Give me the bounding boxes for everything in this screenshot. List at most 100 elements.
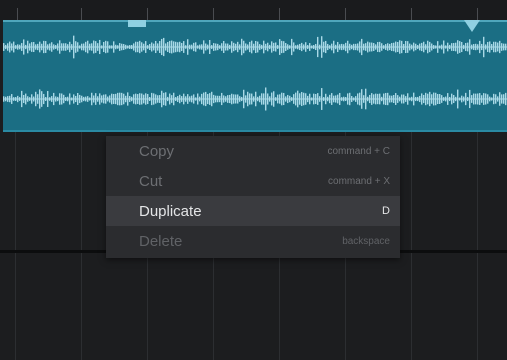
waveform-sample xyxy=(149,97,151,101)
waveform-sample xyxy=(491,97,493,101)
waveform-sample xyxy=(357,93,359,105)
waveform-sample xyxy=(429,91,431,107)
waveform-sample xyxy=(375,93,377,105)
waveform-sample xyxy=(375,44,377,50)
waveform-sample xyxy=(363,95,365,103)
waveform-sample xyxy=(19,97,21,101)
waveform-sample xyxy=(139,93,141,105)
waveform-sample xyxy=(381,96,383,102)
waveform-sample xyxy=(337,41,339,53)
waveform-sample xyxy=(493,41,495,53)
waveform-sample xyxy=(213,43,215,51)
waveform-sample xyxy=(87,40,89,54)
waveform-sample xyxy=(421,93,423,105)
waveform-sample xyxy=(295,92,297,106)
waveform-sample xyxy=(165,43,167,51)
waveform-sample xyxy=(425,92,427,106)
waveform-sample xyxy=(43,40,45,54)
waveform-sample xyxy=(383,45,385,49)
waveform-sample xyxy=(135,93,137,105)
waveform-sample xyxy=(403,94,405,104)
waveform-sample xyxy=(407,93,409,105)
waveform-sample xyxy=(173,41,175,53)
waveform-sample xyxy=(279,39,281,55)
waveform-sample xyxy=(477,44,479,50)
waveform-sample xyxy=(289,45,291,49)
waveform-sample xyxy=(359,92,361,106)
ruler-tick xyxy=(81,8,82,20)
waveform-sample xyxy=(427,40,429,54)
waveform-sample xyxy=(101,95,103,103)
menu-item-shortcut: command + C xyxy=(327,145,390,157)
waveform-sample xyxy=(229,44,231,50)
waveform-sample xyxy=(271,92,273,106)
waveform-sample xyxy=(197,45,199,49)
clip-end-handle[interactable] xyxy=(464,20,480,32)
waveform-sample xyxy=(45,41,47,53)
waveform-sample xyxy=(369,42,371,52)
waveform-sample xyxy=(457,40,459,54)
waveform-sample xyxy=(423,94,425,104)
waveform-sample xyxy=(245,95,247,103)
waveform-sample xyxy=(43,93,45,105)
waveform-sample xyxy=(435,45,437,49)
waveform-sample xyxy=(17,95,19,103)
waveform-sample xyxy=(95,93,97,105)
waveform xyxy=(3,35,507,111)
waveform-sample xyxy=(347,40,349,54)
grid-line xyxy=(477,132,478,360)
waveform-sample xyxy=(67,96,69,102)
waveform-sample xyxy=(203,40,205,54)
waveform-sample xyxy=(427,93,429,105)
waveform-sample xyxy=(121,92,123,106)
waveform-sample xyxy=(297,90,299,108)
clip-start-handle[interactable] xyxy=(128,20,146,27)
waveform-sample xyxy=(439,94,441,104)
waveform-sample xyxy=(31,42,33,52)
waveform-sample xyxy=(465,92,467,106)
waveform-sample xyxy=(439,45,441,49)
waveform-sample xyxy=(37,43,39,51)
waveform-sample xyxy=(349,92,351,106)
waveform-sample xyxy=(133,94,135,104)
waveform-sample xyxy=(301,42,303,52)
waveform-sample xyxy=(341,43,343,51)
waveform-sample xyxy=(77,42,79,52)
waveform-sample xyxy=(29,43,31,51)
waveform-sample xyxy=(399,96,401,102)
waveform-sample xyxy=(33,96,35,102)
timeline-ruler[interactable] xyxy=(0,0,507,20)
waveform-sample xyxy=(99,93,101,105)
waveform-sample xyxy=(383,93,385,105)
waveform-sample xyxy=(127,92,129,106)
waveform-sample xyxy=(477,93,479,105)
audio-clip[interactable] xyxy=(3,20,507,132)
waveform-sample xyxy=(115,44,117,50)
menu-item-delete[interactable]: Delete backspace xyxy=(106,226,400,256)
waveform-sample xyxy=(285,43,287,51)
waveform-sample xyxy=(65,97,67,101)
waveform-sample xyxy=(497,42,499,52)
waveform-sample xyxy=(417,96,419,102)
waveform-sample xyxy=(239,96,241,102)
waveform-sample xyxy=(257,41,259,53)
waveform-sample xyxy=(483,93,485,105)
waveform-sample xyxy=(185,96,187,102)
waveform-sample xyxy=(57,43,59,51)
waveform-sample xyxy=(25,93,27,105)
waveform-sample xyxy=(163,92,165,106)
menu-item-duplicate[interactable]: Duplicate D xyxy=(106,196,400,226)
waveform-sample xyxy=(315,94,317,104)
waveform-sample xyxy=(189,44,191,50)
waveform-sample xyxy=(119,43,121,51)
menu-item-label: Delete xyxy=(139,232,183,250)
waveform-sample xyxy=(177,42,179,52)
menu-item-copy[interactable]: Copy command + C xyxy=(106,136,400,166)
waveform-sample xyxy=(413,92,415,106)
waveform-sample xyxy=(157,95,159,103)
menu-item-cut[interactable]: Cut command + X xyxy=(106,166,400,196)
waveform-sample xyxy=(269,96,271,102)
waveform-sample xyxy=(471,95,473,103)
waveform-sample xyxy=(469,39,471,55)
waveform-sample xyxy=(5,96,7,102)
